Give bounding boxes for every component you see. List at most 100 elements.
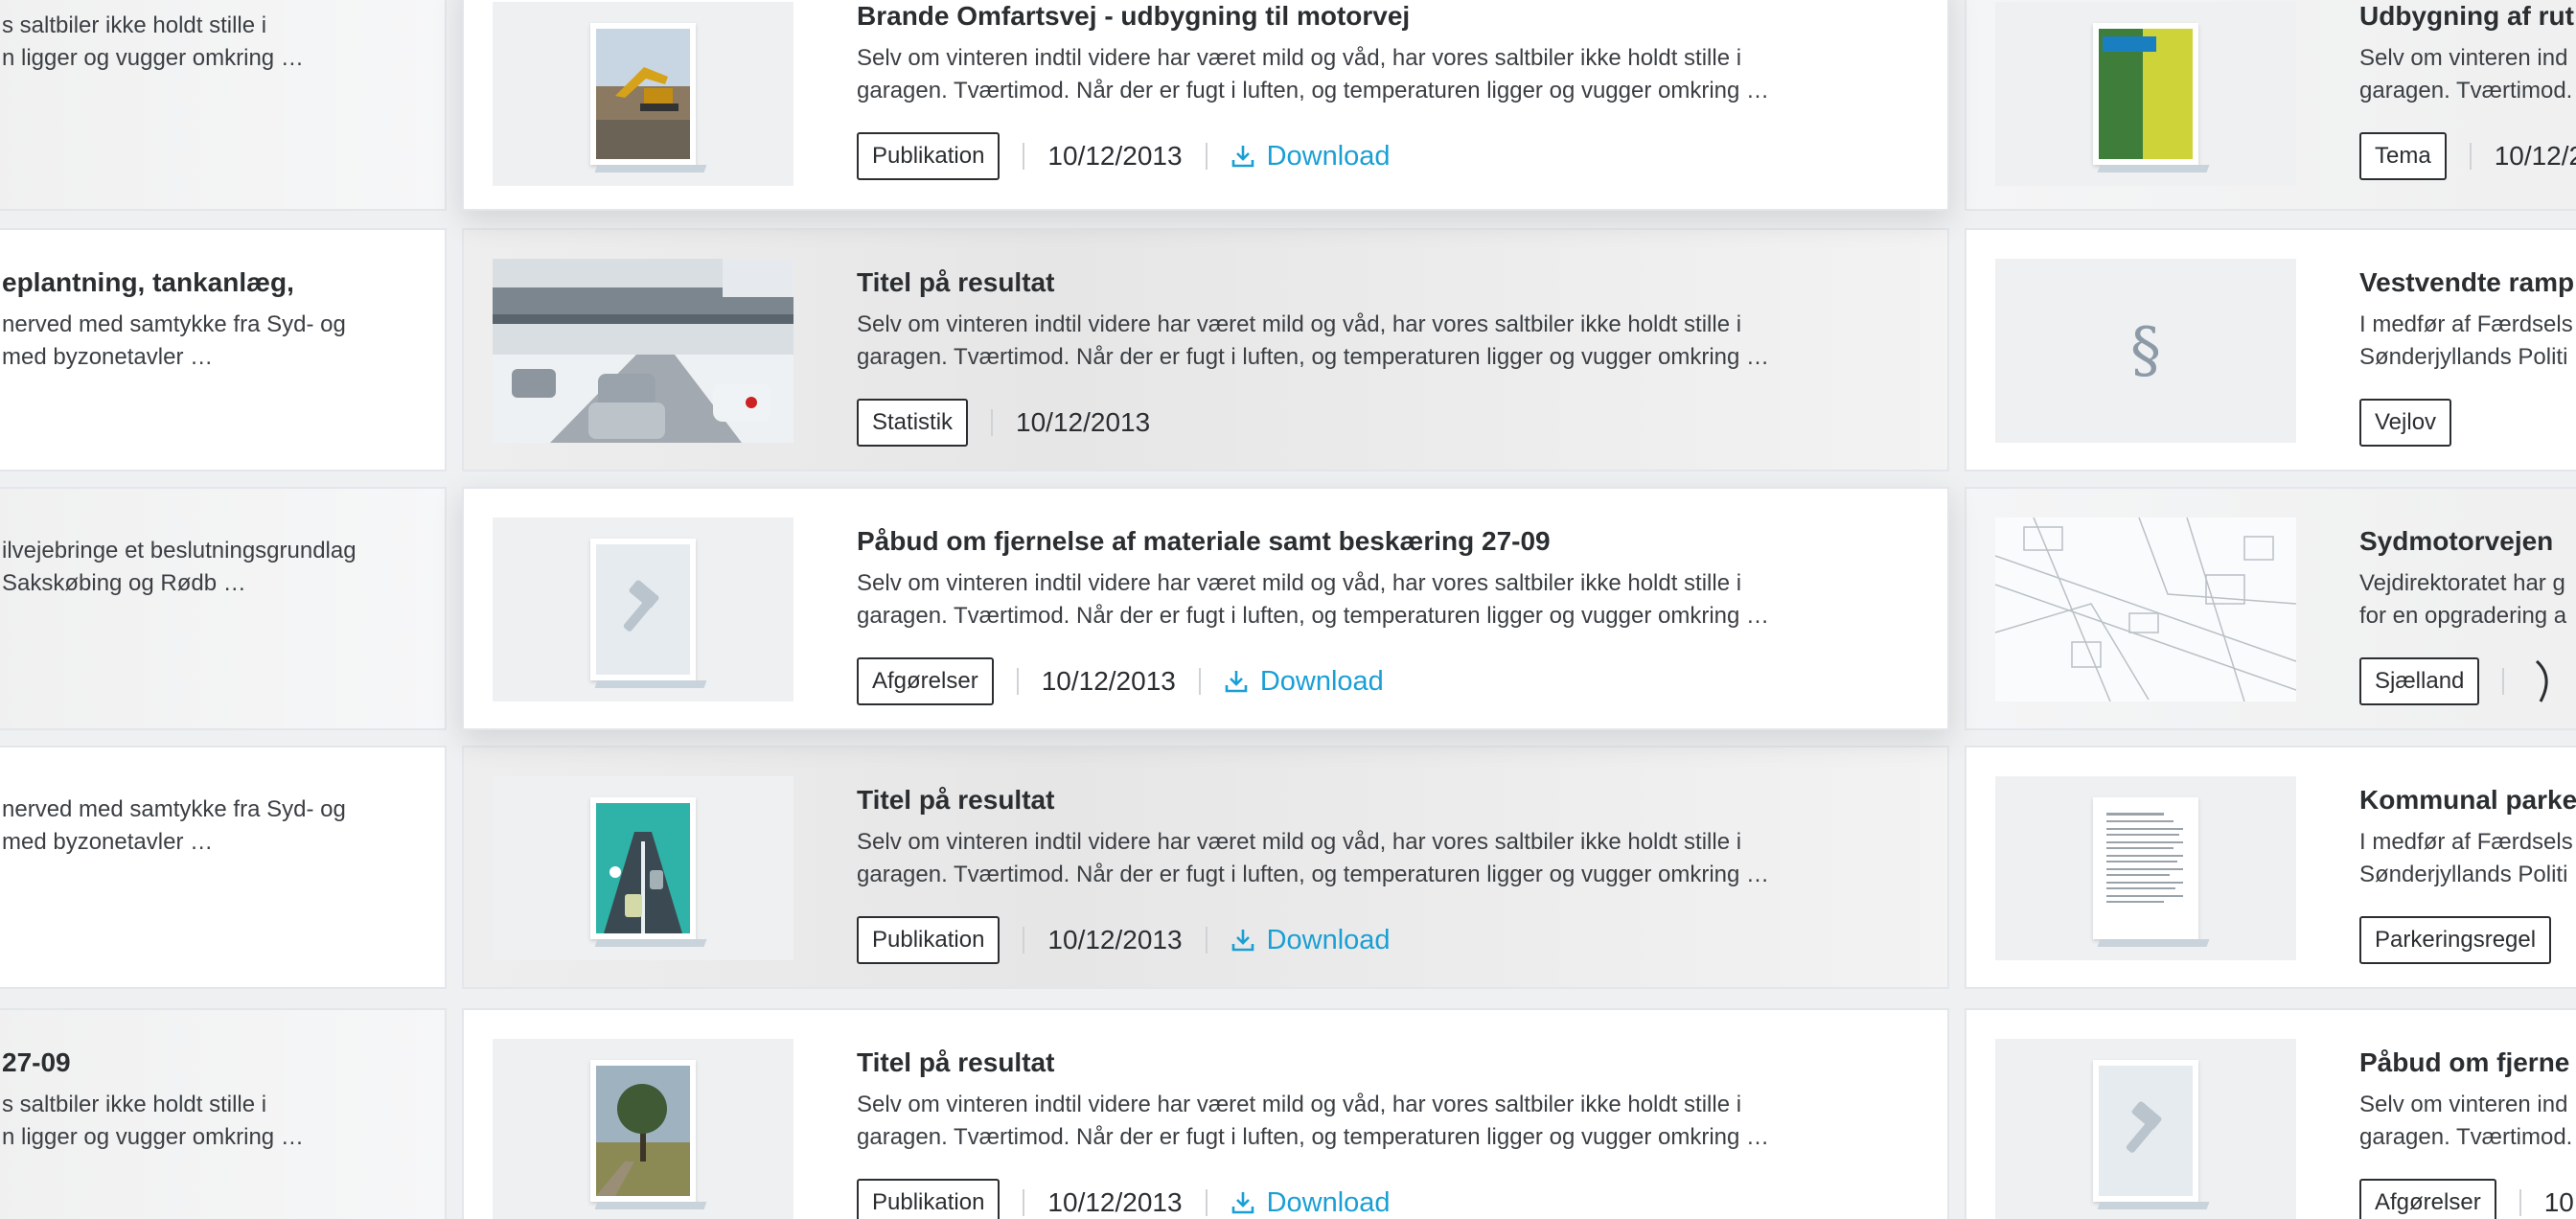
excavator-photo-icon: [590, 23, 696, 165]
result-description: ilvejebringe et beslutningsgrundlag Saks…: [2, 538, 356, 596]
result-thumbnail[interactable]: [493, 518, 794, 702]
divider: [1023, 143, 1025, 170]
result-title[interactable]: Kommunal parke: [2359, 784, 2576, 816]
result-thumbnail[interactable]: [493, 776, 794, 960]
result-title[interactable]: Titel på resultat: [857, 266, 1832, 299]
road-sign-icon: [2536, 659, 2548, 702]
result-meta: Publikation 10/12/2013 Download: [857, 132, 1832, 180]
result-thumbnail[interactable]: [493, 1039, 794, 1219]
result-card[interactable]: ilvejebringe et beslutningsgrundlag Saks…: [0, 487, 447, 730]
download-link[interactable]: Download: [1230, 141, 1391, 172]
divider: [2518, 1189, 2521, 1216]
result-thumbnail[interactable]: [493, 259, 794, 443]
result-card[interactable]: Titel på resultat Selv om vinteren indti…: [462, 746, 1949, 989]
street-map-icon: [1995, 518, 2296, 702]
download-icon: [1231, 146, 1254, 168]
result-card[interactable]: Kommunal parke I medfør af Færdsels Sønde…: [1965, 746, 2576, 989]
category-tag[interactable]: Publikation: [857, 1179, 1000, 1219]
right-results-column: Udbygning af rut Selv om vinteren ind gar…: [1965, 0, 2576, 1219]
result-description: Selv om vinteren indtil videre har været…: [857, 1092, 1770, 1150]
category-tag[interactable]: Afgørelser: [857, 657, 994, 705]
divider: [1205, 1189, 1208, 1216]
category-tag[interactable]: Tema: [2359, 132, 2447, 180]
road-illustration-icon: [590, 797, 696, 939]
divider: [1205, 927, 1208, 954]
result-title[interactable]: Brande Omfartsvej - udbygning til motorv…: [857, 0, 1832, 33]
result-card[interactable]: Brande Omfartsvej - udbygning til motorv…: [462, 0, 1949, 211]
divider: [1016, 668, 1019, 695]
result-title[interactable]: Titel på resultat: [857, 1046, 1832, 1079]
result-thumbnail[interactable]: §: [1995, 259, 2296, 443]
tree-photo-icon: [590, 1060, 696, 1202]
result-meta: Afgørelser 10: [2359, 1179, 2576, 1219]
result-description: nerved med samtykke fra Syd- og med byzon…: [2, 796, 346, 855]
paragraph-icon: §: [2130, 315, 2161, 386]
divider: [1205, 143, 1208, 170]
result-description: Selv om vinteren indtil videre har været…: [857, 45, 1770, 104]
category-tag[interactable]: Publikation: [857, 916, 1000, 964]
result-meta: Afgørelser 10/12/2013 Download: [857, 657, 1832, 705]
result-meta: Publikation 10/12/2013 Download: [857, 1179, 1832, 1219]
result-thumbnail[interactable]: [1995, 776, 2296, 960]
result-description: nerved med samtykke fra Syd- og med byzon…: [2, 311, 346, 370]
left-results-column: s saltbiler ikke holdt stille in ligger …: [0, 0, 447, 1219]
result-title[interactable]: Sydmotorvejen: [2359, 525, 2576, 558]
result-thumbnail[interactable]: [493, 2, 794, 186]
divider: [1023, 927, 1025, 954]
result-date: 10/12/2013: [1041, 666, 1176, 696]
result-card[interactable]: Udbygning af rut Selv om vinteren ind gar…: [1965, 0, 2576, 211]
result-title[interactable]: Påbud om fjerne: [2359, 1046, 2576, 1079]
result-thumbnail[interactable]: [1995, 1039, 2296, 1219]
result-description: Selv om vinteren indtil videre har været…: [857, 829, 1770, 887]
result-meta: Statistik 10/12/2013: [857, 399, 1832, 447]
result-card[interactable]: Sydmotorvejen Vejdirektoratet har g for e…: [1965, 487, 2576, 730]
result-card[interactable]: Titel på resultat Selv om vinteren indti…: [462, 228, 1949, 472]
snowy-road-photo-icon: [493, 259, 794, 443]
category-tag[interactable]: Afgørelser: [2359, 1179, 2496, 1219]
download-icon: [1231, 930, 1254, 952]
category-tag[interactable]: Statistik: [857, 399, 969, 447]
result-title[interactable]: Påbud om fjernelse af materiale samt bes…: [857, 525, 1832, 558]
result-card[interactable]: s saltbiler ikke holdt stille in ligger …: [0, 0, 447, 211]
result-card[interactable]: Påbud om fjernelse af materiale samt bes…: [462, 487, 1949, 730]
result-date: 10/12/2013: [1047, 141, 1183, 171]
category-tag[interactable]: Sjælland: [2359, 657, 2480, 705]
download-link[interactable]: Download: [1230, 1187, 1391, 1219]
result-card[interactable]: eplantning, tankanlæg, nerved med samtyk…: [0, 228, 447, 472]
result-description: s saltbiler ikke holdt stille in ligger …: [2, 1092, 304, 1150]
result-thumbnail[interactable]: [1995, 2, 2296, 186]
divider: [2469, 143, 2472, 170]
result-title[interactable]: Vestvendte ramp: [2359, 266, 2576, 299]
divider: [991, 409, 994, 436]
result-card[interactable]: Påbud om fjerne Selv om vinteren ind gara…: [1965, 1008, 2576, 1219]
category-tag[interactable]: Parkeringsregel: [2359, 916, 2552, 964]
result-date: 10: [2543, 1187, 2574, 1217]
download-link[interactable]: Download: [1224, 666, 1384, 698]
result-title[interactable]: Udbygning af rut: [2359, 0, 2576, 33]
result-title[interactable]: Titel på resultat: [857, 784, 1832, 816]
result-card[interactable]: § Vestvendte ramp I medfør af Færdsels Sø…: [1965, 228, 2576, 472]
download-icon: [1231, 1192, 1254, 1214]
result-meta: Vejlov: [2359, 399, 2576, 447]
download-link[interactable]: Download: [1230, 925, 1391, 956]
result-date: 10/12/2013: [1047, 1187, 1183, 1217]
result-description: I medfør af Færdsels Sønderjyllands Polit…: [2359, 311, 2573, 370]
category-tag[interactable]: Vejlov: [2359, 399, 2452, 447]
result-description: Vejdirektoratet har g for en opgradering …: [2359, 570, 2567, 629]
result-description: s saltbiler ikke holdt stille in ligger …: [2, 12, 304, 71]
result-title[interactable]: 27-09: [2, 1046, 426, 1079]
download-icon: [1225, 671, 1248, 693]
result-card[interactable]: 27-09 s saltbiler ikke holdt stille in l…: [0, 1008, 447, 1219]
result-card[interactable]: Titel på resultat Selv om vinteren indti…: [462, 1008, 1949, 1219]
result-thumbnail[interactable]: [1995, 518, 2296, 702]
category-tag[interactable]: Publikation: [857, 132, 1000, 180]
result-meta: Tema 10/12/2: [2359, 132, 2576, 180]
result-title[interactable]: eplantning, tankanlæg,: [2, 266, 426, 299]
field-map-icon: [2093, 23, 2198, 165]
result-date: 10/12/2: [2494, 141, 2576, 171]
result-meta: Parkeringsregel: [2359, 916, 2576, 964]
result-description: I medfør af Færdsels Sønderjyllands Polit…: [2359, 829, 2573, 887]
gavel-icon: [590, 539, 696, 680]
document-icon: [2093, 797, 2198, 939]
result-card[interactable]: nerved med samtykke fra Syd- og med byzon…: [0, 746, 447, 989]
